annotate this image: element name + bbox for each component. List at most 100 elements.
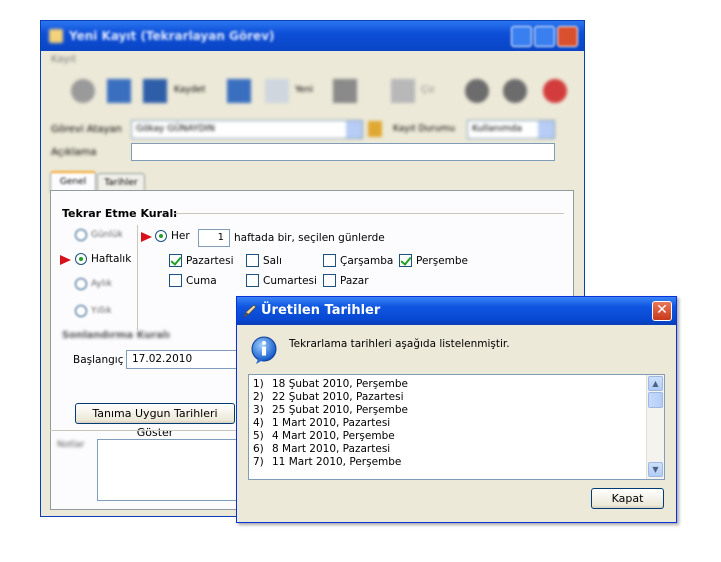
- assigned-label: Görevi Atayan: [51, 124, 122, 135]
- radio-weekly[interactable]: Haftalık: [75, 253, 131, 265]
- back-icon[interactable]: [465, 79, 489, 103]
- radio-her[interactable]: Her: [155, 230, 190, 242]
- list-item: 2) 22 Şubat 2010, Pazartesi: [253, 391, 404, 403]
- print-icon[interactable]: [333, 79, 357, 103]
- checkbox[interactable]: [246, 274, 259, 287]
- save-icon[interactable]: [143, 79, 167, 103]
- draw-icon[interactable]: [391, 79, 415, 103]
- item-number: 3): [253, 404, 264, 416]
- radio-circle[interactable]: [75, 305, 87, 317]
- list-item: 4) 1 Mart 2010, Pazartesi: [253, 417, 390, 429]
- day-checkbox[interactable]: Salı: [246, 254, 282, 267]
- vertical-divider: [137, 225, 138, 330]
- save-label[interactable]: Kaydet: [174, 85, 205, 95]
- pen-icon: [243, 304, 257, 318]
- description-label: Açıklama: [51, 147, 97, 158]
- option-label: Aylık: [91, 279, 113, 289]
- item-number: 7): [253, 456, 264, 468]
- item-number: 1): [253, 378, 264, 390]
- red-arrow-icon: [141, 232, 152, 242]
- list-item: 3) 25 Şubat 2010, Perşembe: [253, 404, 408, 416]
- item-text: 4 Mart 2010, Perşembe: [272, 430, 395, 442]
- list-item: 7) 11 Mart 2010, Perşembe: [253, 456, 401, 468]
- radio-circle[interactable]: [75, 229, 87, 241]
- radio-yearly[interactable]: Yıllık: [75, 305, 112, 317]
- forward-icon[interactable]: [503, 79, 527, 103]
- checkbox[interactable]: [323, 254, 336, 267]
- notes-textarea[interactable]: [97, 439, 243, 501]
- start-label: Başlangıç: [73, 354, 124, 366]
- new-label[interactable]: Yeni: [295, 85, 313, 95]
- app-icon: [49, 29, 63, 43]
- generated-dates-dialog: Üretilen Tarihler ✕ Tekrarlama tarihleri…: [236, 296, 677, 523]
- approve-icon[interactable]: [543, 79, 567, 103]
- minimize-icon[interactable]: [511, 26, 532, 47]
- heading-divider: [174, 213, 564, 214]
- day-label: Cuma: [186, 274, 217, 287]
- draw-label[interactable]: Çiz: [421, 85, 435, 95]
- item-number: 6): [253, 443, 264, 455]
- day-label: Pazartesi: [186, 254, 234, 267]
- day-checkbox[interactable]: Cumartesi: [246, 274, 317, 287]
- scroll-thumb[interactable]: [648, 392, 663, 408]
- interval-input[interactable]: 1: [198, 229, 230, 247]
- day-checkbox[interactable]: Cuma: [169, 274, 217, 287]
- dialog-titlebar[interactable]: Üretilen Tarihler ✕: [237, 297, 676, 325]
- scroll-down-icon[interactable]: ▼: [648, 462, 663, 477]
- close-button[interactable]: Kapat: [591, 488, 664, 509]
- item-text: 22 Şubat 2010, Pazartesi: [272, 391, 404, 403]
- radio-daily[interactable]: Günlük: [75, 229, 123, 241]
- description-input[interactable]: [131, 143, 555, 161]
- interval-suffix: haftada bir, seçilen günlerde: [234, 232, 385, 244]
- window-title: Yeni Kayıt (Tekrarlayan Görev): [69, 29, 275, 43]
- day-checkbox[interactable]: Pazartesi: [169, 254, 234, 267]
- info-icon: [251, 336, 277, 364]
- edit-pencil-icon[interactable]: [368, 121, 382, 137]
- status-value: Kullanımda: [472, 124, 522, 134]
- item-text: 8 Mart 2010, Pazartesi: [272, 443, 391, 455]
- day-checkbox[interactable]: Çarşamba: [323, 254, 393, 267]
- assigned-select[interactable]: Gökay GÜNAYDIN: [131, 120, 363, 139]
- checkbox[interactable]: [169, 274, 182, 287]
- assigned-value: Gökay GÜNAYDIN: [136, 124, 215, 134]
- menu-kayit[interactable]: Kayıt: [51, 54, 76, 65]
- list-item: 1) 18 Şubat 2010, Perşembe: [253, 378, 408, 390]
- start-date-input[interactable]: 17.02.2010: [126, 350, 238, 369]
- scroll-up-icon[interactable]: ▲: [648, 376, 663, 391]
- save-close-icon[interactable]: [227, 79, 251, 103]
- show-dates-button[interactable]: Tanıma Uygun Tarihleri Göster: [75, 403, 235, 439]
- checkbox[interactable]: [323, 274, 336, 287]
- her-label: Her: [171, 230, 190, 242]
- close-icon[interactable]: ✕: [652, 301, 672, 321]
- list-item: 6) 8 Mart 2010, Pazartesi: [253, 443, 390, 455]
- close-icon[interactable]: [557, 26, 578, 47]
- new-document-icon[interactable]: [265, 79, 289, 103]
- item-text: 18 Şubat 2010, Perşembe: [272, 378, 408, 390]
- dates-list[interactable]: 1) 18 Şubat 2010, Perşembe 2) 22 Şubat 201…: [248, 374, 665, 480]
- day-checkbox[interactable]: Pazar: [323, 274, 369, 287]
- option-label: Günlük: [91, 230, 123, 240]
- item-text: 1 Mart 2010, Pazartesi: [272, 417, 391, 429]
- list-scrollbar[interactable]: ▲ ▼: [646, 375, 664, 479]
- status-select[interactable]: Kullanımda: [467, 120, 555, 139]
- item-number: 2): [253, 391, 264, 403]
- recurrence-heading: Tekrar Etme Kuralı: [62, 207, 177, 220]
- day-checkbox[interactable]: Perşembe: [399, 254, 468, 267]
- checkbox-checked[interactable]: [169, 254, 182, 267]
- checkbox[interactable]: [246, 254, 259, 267]
- chevron-down-icon[interactable]: [346, 121, 362, 138]
- toolbar: Kaydet Yeni Çiz: [41, 69, 584, 113]
- radio-circle[interactable]: [75, 278, 87, 290]
- radio-monthly[interactable]: Aylık: [75, 278, 112, 290]
- status-label: Kayıt Durumu: [393, 124, 455, 134]
- radio-circle-selected[interactable]: [75, 253, 87, 265]
- list-item: 5) 4 Mart 2010, Perşembe: [253, 430, 395, 442]
- checkbox-checked[interactable]: [399, 254, 412, 267]
- day-label: Pazar: [340, 274, 369, 287]
- radio-circle-selected[interactable]: [155, 230, 167, 242]
- chevron-down-icon[interactable]: [538, 121, 554, 138]
- window-titlebar[interactable]: Yeni Kayıt (Tekrarlayan Görev): [41, 21, 584, 51]
- cursor-icon[interactable]: [71, 79, 95, 103]
- save-new-icon[interactable]: [107, 79, 131, 103]
- maximize-icon[interactable]: [534, 26, 555, 47]
